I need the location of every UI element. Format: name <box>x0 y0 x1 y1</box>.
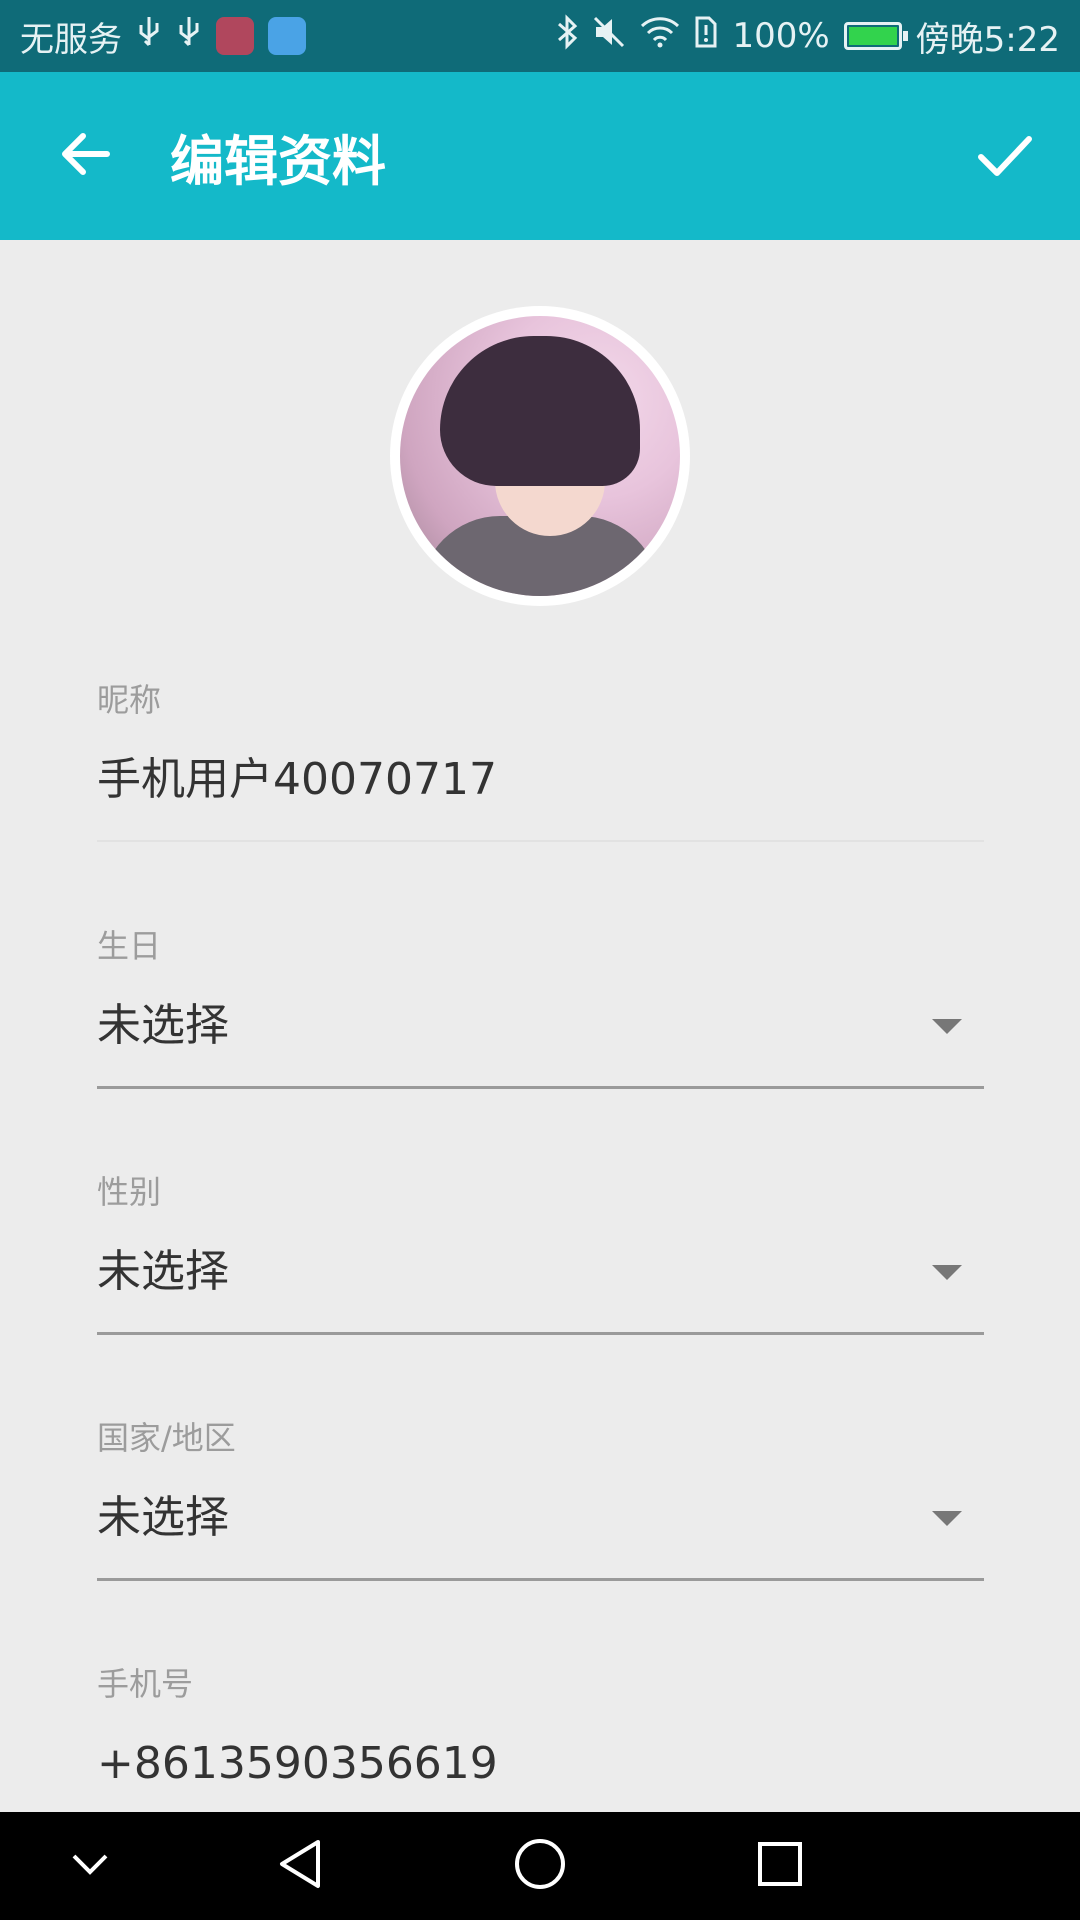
usb-icon <box>176 15 202 58</box>
nav-back-button[interactable] <box>240 1812 360 1920</box>
usb-icon <box>136 15 162 58</box>
carrier-text: 无服务 <box>20 19 122 60</box>
check-icon <box>977 119 1033 193</box>
nickname-value: 手机用户40070717 <box>97 754 497 805</box>
gender-underline <box>97 1332 984 1335</box>
chevron-down-icon <box>70 1852 110 1880</box>
battery-icon <box>843 22 908 50</box>
status-bar: 无服务 100% 傍晚5:22 <box>0 0 1080 72</box>
recents-square-icon <box>756 1840 804 1892</box>
battery-text: 100% <box>732 16 830 56</box>
dropdown-arrow-icon <box>932 1018 962 1034</box>
system-nav-bar <box>0 1812 1080 1920</box>
profile-edit-form: 昵称 手机用户40070717 生日 未选择 性别 未选择 国家/地区 未选择 <box>0 240 1080 1812</box>
phone-field: 手机号 +8613590356619 <box>97 1664 984 1794</box>
region-label: 国家/地区 <box>97 1419 236 1457</box>
avatar <box>400 316 680 596</box>
nickname-label: 昵称 <box>97 681 162 719</box>
nickname-field[interactable]: 昵称 手机用户40070717 <box>97 680 984 842</box>
save-button[interactable] <box>930 72 1080 240</box>
birthday-label: 生日 <box>97 927 162 965</box>
gender-field[interactable]: 性别 未选择 <box>97 1172 984 1335</box>
page-title: 编辑资料 <box>170 129 386 193</box>
gender-label: 性别 <box>97 1173 162 1211</box>
status-right: 100% 傍晚5:22 <box>556 12 1060 61</box>
avatar-button[interactable] <box>390 306 690 606</box>
home-circle-icon <box>513 1837 567 1895</box>
hide-nav-button[interactable] <box>30 1812 150 1920</box>
nav-home-button[interactable] <box>480 1812 600 1920</box>
birthday-underline <box>97 1086 984 1089</box>
region-field[interactable]: 国家/地区 未选择 <box>97 1418 984 1581</box>
birthday-field[interactable]: 生日 未选择 <box>97 926 984 1089</box>
gender-select[interactable]: 未选择 <box>97 1242 984 1302</box>
back-button[interactable] <box>0 72 170 240</box>
region-select[interactable]: 未选择 <box>97 1488 984 1548</box>
app-notification-icon <box>216 17 254 55</box>
birthday-select[interactable]: 未选择 <box>97 996 984 1056</box>
phone-value: +8613590356619 <box>97 1738 498 1789</box>
app-bar: 编辑资料 <box>0 72 1080 240</box>
app-notification-icon <box>268 17 306 55</box>
dropdown-arrow-icon <box>932 1264 962 1280</box>
nickname-input[interactable]: 手机用户40070717 <box>97 750 984 810</box>
clock-text: 傍晚5:22 <box>915 19 1060 60</box>
avatar-illustration-hair <box>440 336 640 486</box>
gender-value: 未选择 <box>97 1246 229 1297</box>
phone-value-row: +8613590356619 <box>97 1734 984 1794</box>
mute-icon <box>592 15 626 58</box>
region-underline <box>97 1578 984 1581</box>
back-triangle-icon <box>276 1838 324 1894</box>
wifi-icon <box>640 16 680 57</box>
phone-label: 手机号 <box>97 1665 194 1703</box>
nav-recents-button[interactable] <box>720 1812 840 1920</box>
dropdown-arrow-icon <box>932 1510 962 1526</box>
status-left: 无服务 <box>20 12 306 61</box>
region-value: 未选择 <box>97 1492 229 1543</box>
birthday-value: 未选择 <box>97 1000 229 1051</box>
sim-alert-icon <box>694 15 718 58</box>
bluetooth-icon <box>556 13 578 59</box>
battery-fill <box>848 27 897 45</box>
arrow-left-icon <box>59 127 111 185</box>
nickname-underline <box>97 840 984 842</box>
